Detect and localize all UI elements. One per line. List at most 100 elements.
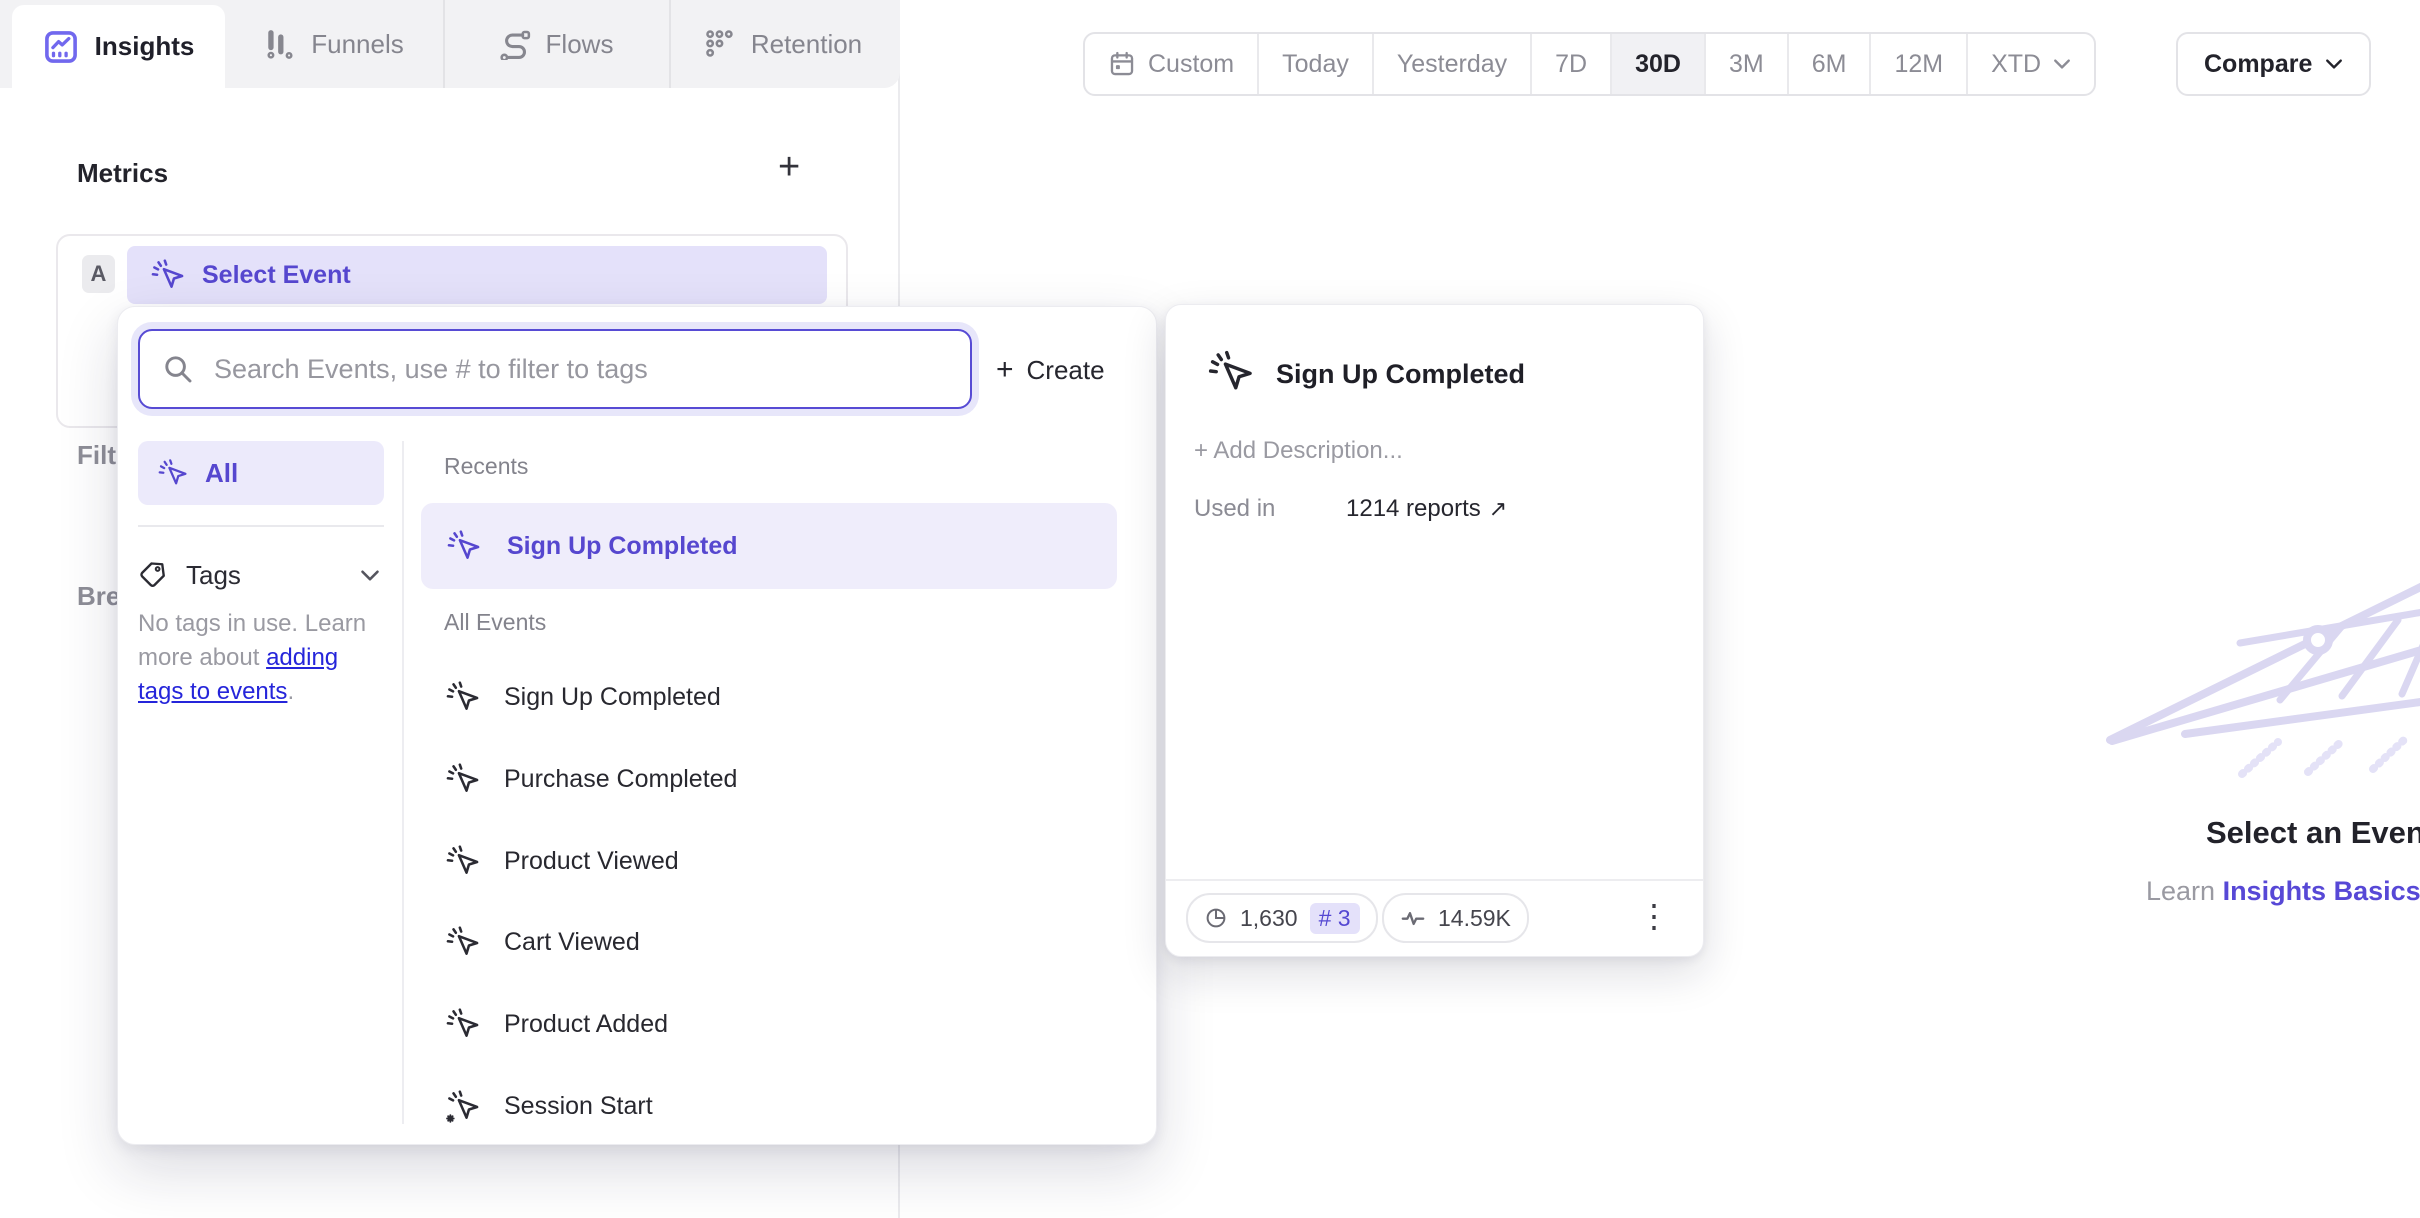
insights-icon (44, 30, 77, 63)
rail-divider (138, 525, 384, 527)
chevron-down-icon (2054, 59, 2071, 69)
date-segment-xtd[interactable]: XTD (1966, 34, 2094, 94)
date-segment-label: 6M (1811, 49, 1847, 78)
event-cursor-icon (446, 1008, 479, 1037)
date-segment-label: Yesterday (1396, 49, 1508, 78)
event-row-label: Cart Viewed (504, 927, 640, 956)
create-label: Create (1026, 354, 1105, 385)
tab-label: Insights (94, 31, 195, 61)
date-range-bar: Custom Today Yesterday 7D 30D 3M 6M 12M … (1083, 32, 2097, 96)
date-segment-30d-active[interactable]: 30D (1610, 34, 1704, 94)
event-detail-card: Sign Up Completed + Add Description... U… (1165, 304, 1704, 957)
event-search-box (138, 329, 972, 409)
search-icon (165, 356, 192, 383)
date-segment-12m[interactable]: 12M (1869, 34, 1966, 94)
metrics-heading: Metrics (77, 158, 169, 188)
tab-funnels[interactable]: Funnels (225, 0, 443, 88)
event-row[interactable]: Sign Up Completed (428, 669, 1118, 725)
event-row[interactable]: Session Start (428, 1078, 1118, 1134)
used-in-reports-link[interactable]: 1214 reports ↗ (1346, 495, 1507, 523)
select-event-pill[interactable]: Select Event (127, 246, 827, 304)
event-cursor-icon (1208, 350, 1252, 390)
event-row[interactable]: Product Viewed (428, 833, 1118, 889)
tab-label: Funnels (311, 28, 404, 59)
date-segment-label: XTD (1991, 49, 2042, 78)
date-segment-label: Custom (1148, 49, 1235, 78)
retention-icon (706, 30, 733, 57)
used-in-label: Used in (1194, 495, 1276, 522)
event-volume: 14.59K (1438, 904, 1511, 931)
tab-flows[interactable]: Flows (443, 0, 669, 88)
compare-button[interactable]: Compare (2176, 32, 2372, 96)
event-row-label: Sign Up Completed (504, 682, 721, 711)
insights-basics-link[interactable]: Insights Basics (2223, 876, 2420, 906)
chevron-down-icon (361, 569, 379, 581)
insights-report-page: Funnels Flows Retention Insights Custom … (0, 0, 2420, 1218)
date-segment-label: 12M (1894, 49, 1944, 78)
calendar-icon (1110, 51, 1134, 76)
event-cursor-icon (446, 681, 479, 710)
event-cursor-icon (446, 845, 479, 874)
tab-retention[interactable]: Retention (669, 0, 897, 88)
learn-prefix: Learn (2146, 876, 2223, 906)
add-metric-button[interactable]: + (778, 146, 800, 189)
event-row[interactable]: Purchase Completed (428, 751, 1118, 807)
report-tab-bar: Funnels Flows Retention Insights (0, 0, 900, 88)
pie-chart-icon (1206, 908, 1226, 928)
empty-state-illustration (2106, 582, 2420, 778)
event-cursor-star-icon (446, 1090, 479, 1123)
external-arrow-icon: ↗ (1488, 496, 1508, 521)
tags-empty-suffix: . (287, 678, 295, 705)
reports-count: 1214 reports (1346, 495, 1481, 522)
event-cursor-icon (447, 530, 480, 559)
card-footer-divider (1166, 879, 1703, 881)
recent-event-row-selected[interactable]: Sign Up Completed (421, 503, 1117, 589)
event-cursor-icon (151, 259, 184, 288)
tab-insights-active[interactable]: Insights (12, 5, 225, 88)
event-search-input[interactable] (212, 352, 948, 386)
event-cursor-icon (158, 459, 187, 485)
event-row[interactable]: Product Added (428, 996, 1118, 1052)
funnels-icon (264, 28, 296, 60)
tab-label: Retention (750, 28, 863, 59)
all-label: All (205, 457, 239, 488)
date-segment-custom[interactable]: Custom (1085, 34, 1257, 94)
event-row-label: Product Viewed (504, 846, 679, 875)
event-count-chip: 1,630 # 3 (1186, 893, 1378, 943)
date-segment-3m[interactable]: 3M (1703, 34, 1787, 94)
compare-label: Compare (2204, 49, 2313, 78)
event-detail-title: Sign Up Completed (1276, 359, 1525, 389)
event-rank-badge: # 3 (1309, 902, 1360, 934)
tab-label: Flows (545, 28, 614, 59)
date-segment-7d[interactable]: 7D (1530, 34, 1610, 94)
event-volume-chip: 14.59K (1382, 893, 1529, 943)
kebab-menu-button[interactable]: ⋮ (1638, 897, 1670, 935)
event-row-label: Sign Up Completed (507, 531, 738, 560)
date-segment-label: 30D (1635, 49, 1681, 78)
event-cursor-icon (446, 926, 479, 955)
all-events-header: All Events (444, 609, 547, 635)
event-row-label: Product Added (504, 1009, 669, 1038)
event-picker-popover: + Create All Tags No tags in use. Learn … (117, 306, 1157, 1145)
filter-all-item[interactable]: All (138, 441, 384, 505)
activity-pulse-icon (1401, 912, 1425, 926)
event-count: 1,630 (1240, 904, 1298, 931)
flows-icon (499, 30, 530, 60)
select-event-label: Select Event (202, 260, 351, 289)
create-event-button[interactable]: + Create (996, 347, 1105, 393)
date-segment-today[interactable]: Today (1257, 34, 1372, 94)
date-segment-6m[interactable]: 6M (1786, 34, 1870, 94)
plus-icon: + (996, 353, 1014, 386)
add-description-button[interactable]: + Add Description... (1194, 437, 1403, 465)
date-segment-label: 7D (1555, 49, 1588, 78)
recents-header: Recents (444, 453, 529, 479)
chevron-down-icon (2326, 59, 2343, 69)
tags-section-toggle[interactable]: Tags (138, 547, 386, 603)
event-row[interactable]: Cart Viewed (428, 914, 1118, 970)
metric-row-letter: A (82, 255, 115, 293)
event-cursor-icon (446, 763, 479, 792)
date-segment-yesterday[interactable]: Yesterday (1371, 34, 1530, 94)
event-row-label: Purchase Completed (504, 764, 738, 793)
event-row-label: Session Start (504, 1091, 653, 1120)
tags-empty-text: No tags in use. Learn more about adding … (138, 607, 378, 709)
